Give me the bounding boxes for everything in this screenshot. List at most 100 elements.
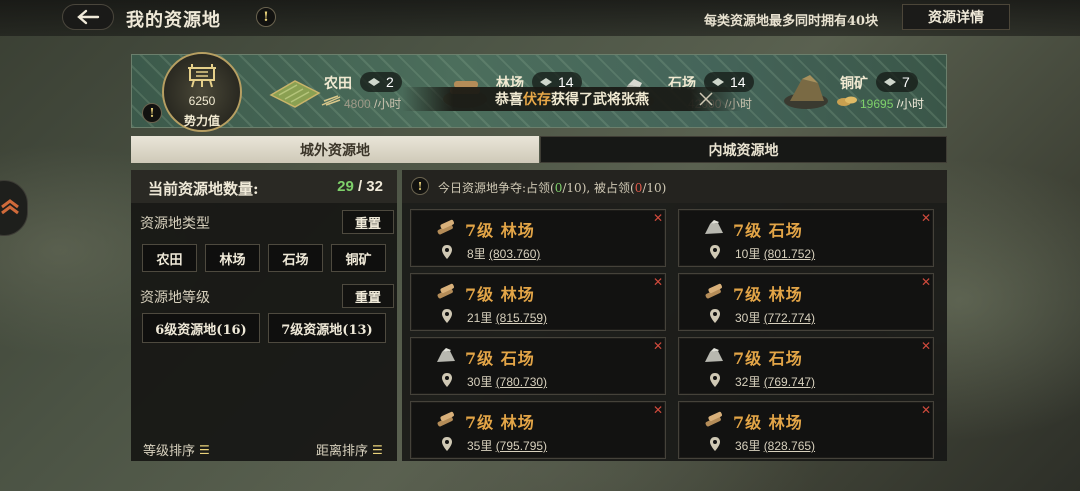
resource-card-distance: 30里 (772.774)	[735, 309, 815, 326]
coordinate-link[interactable]: (780.730)	[496, 375, 547, 389]
warning-icon[interactable]: !	[142, 103, 162, 123]
farmland-label: 农田	[324, 76, 352, 92]
resource-card[interactable]: ✕ 7级 林场 36里 (828.765)	[678, 401, 934, 459]
back-arrow-icon	[77, 9, 100, 25]
wood-icon	[703, 283, 725, 301]
reset-level-button[interactable]: 重置	[342, 284, 394, 308]
sort-by-level-button[interactable]: 等级排序 ☰	[143, 440, 210, 460]
filter-level-6[interactable]: 6级资源地(16)	[142, 313, 260, 343]
sort-row: 等级排序 ☰ 距离排序 ☰	[131, 434, 397, 461]
resource-detail-button[interactable]: 资源详情	[902, 4, 1010, 30]
info-icon[interactable]: !	[256, 7, 276, 27]
close-icon[interactable]: ✕	[653, 275, 663, 289]
coordinate-link[interactable]: (801.752)	[764, 247, 815, 261]
reset-type-button[interactable]: 重置	[342, 210, 394, 234]
close-icon[interactable]: ✕	[921, 275, 931, 289]
location-pin-icon	[441, 308, 453, 324]
stone-icon	[703, 219, 725, 237]
resource-card[interactable]: ✕ 7级 林场 21里 (815.759)	[410, 273, 666, 331]
resource-card-distance: 8里 (803.760)	[467, 245, 540, 262]
filter-level-7[interactable]: 7级资源地(13)	[268, 313, 386, 343]
wood-icon	[435, 411, 457, 429]
close-icon[interactable]: ✕	[921, 339, 931, 353]
power-emblem[interactable]: 6250 势力值	[162, 52, 242, 132]
location-pin-icon	[441, 372, 453, 388]
resource-card-distance: 21里 (815.759)	[467, 309, 547, 326]
farmland-rate: 4800 /小时	[344, 97, 402, 111]
location-pin-icon	[441, 436, 453, 452]
distance-value: 8里	[467, 247, 490, 261]
coordinate-link[interactable]: (795.795)	[496, 439, 547, 453]
coordinate-link[interactable]: (828.765)	[764, 439, 815, 453]
resource-banner: ! 6250 势力值 农田 2 4800 /小时 林场 14 石场 14 铜矿 …	[131, 52, 947, 132]
power-value: 6250	[188, 94, 216, 108]
cauldron-icon	[188, 64, 216, 88]
copper-count: 7	[876, 72, 918, 92]
page-title: 我的资源地	[126, 10, 221, 31]
location-pin-icon	[709, 244, 721, 260]
count-value: 29 / 32	[337, 178, 383, 195]
level-section-label: 资源地等级	[140, 290, 210, 306]
contest-status: 今日资源地争夺:占领(0/10), 被占领(0/10)	[438, 181, 667, 195]
sort-by-distance-button[interactable]: 距离排序 ☰	[316, 440, 383, 460]
filter-lumber[interactable]: 林场	[205, 244, 260, 272]
level-diamond-icon	[368, 78, 380, 86]
filter-copper[interactable]: 铜矿	[331, 244, 386, 272]
filter-farmland[interactable]: 农田	[142, 244, 197, 272]
location-pin-icon	[441, 244, 453, 260]
resource-card[interactable]: ✕ 7级 石场 30里 (780.730)	[410, 337, 666, 395]
resource-card[interactable]: ✕ 7级 石场 32里 (769.747)	[678, 337, 934, 395]
resource-card-title: 7级 林场	[465, 413, 535, 432]
coordinate-link[interactable]: (772.774)	[764, 311, 815, 325]
distance-value: 30里	[467, 375, 496, 389]
distance-value: 21里	[467, 311, 496, 325]
close-icon[interactable]: ✕	[653, 403, 663, 417]
resource-card-title: 7级 石场	[733, 349, 803, 368]
coin-icon	[837, 96, 857, 106]
tab-inner-city[interactable]: 内城资源地	[540, 136, 947, 163]
resource-card[interactable]: ✕ 7级 林场 30里 (772.774)	[678, 273, 934, 331]
copper-mine-icon	[784, 75, 828, 109]
resource-card-distance: 35里 (795.795)	[467, 437, 547, 454]
level-diamond-icon	[712, 78, 724, 86]
power-label: 势力值	[183, 114, 220, 128]
coordinate-link[interactable]: (769.747)	[764, 375, 815, 389]
copper-label: 铜矿	[840, 76, 868, 92]
notification-toast: 恭喜 伏存 获得了武将张燕	[402, 87, 742, 111]
close-icon[interactable]: ✕	[921, 211, 931, 225]
resource-card-distance: 32里 (769.747)	[735, 373, 815, 390]
count-label: 当前资源地数量:	[148, 180, 259, 198]
contest-row: ! 今日资源地争夺:占领(0/10), 被占领(0/10)	[402, 170, 947, 203]
resource-card[interactable]: ✕ 7级 林场 8里 (803.760)	[410, 209, 666, 267]
close-icon[interactable]: ✕	[921, 403, 931, 417]
farmland-count: 2	[360, 72, 402, 92]
wood-icon	[435, 283, 457, 301]
back-button[interactable]	[62, 4, 114, 30]
chevron-menu-icon	[1, 199, 19, 215]
tab-outer-city[interactable]: 城外资源地	[131, 136, 539, 163]
close-toast-icon[interactable]	[698, 92, 714, 106]
distance-value: 30里	[735, 311, 764, 325]
resource-card-title: 7级 林场	[733, 285, 803, 304]
wheat-icon	[321, 95, 341, 106]
type-section-label: 资源地类型	[140, 216, 210, 232]
stone-icon	[435, 347, 457, 365]
distance-value: 36里	[735, 439, 764, 453]
coordinate-link[interactable]: (815.759)	[496, 311, 547, 325]
warning-icon[interactable]: !	[411, 177, 429, 195]
distance-value: 32里	[735, 375, 764, 389]
sort-icon: ☰	[372, 442, 383, 457]
distance-value: 35里	[467, 439, 496, 453]
close-icon[interactable]: ✕	[653, 339, 663, 353]
resource-card[interactable]: ✕ 7级 林场 35里 (795.795)	[410, 401, 666, 459]
resource-count-row: 当前资源地数量: 29 / 32	[131, 170, 397, 203]
sort-icon: ☰	[199, 442, 210, 457]
resource-list-panel: ! 今日资源地争夺:占领(0/10), 被占领(0/10) ✕ 7级 林场 8里 (…	[402, 170, 947, 461]
location-pin-icon	[709, 308, 721, 324]
resource-card-distance: 36里 (828.765)	[735, 437, 815, 454]
coordinate-link[interactable]: (803.760)	[489, 247, 540, 261]
resource-card[interactable]: ✕ 7级 石场 10里 (801.752)	[678, 209, 934, 267]
resource-card-distance: 10里 (801.752)	[735, 245, 815, 262]
close-icon[interactable]: ✕	[653, 211, 663, 225]
filter-stone[interactable]: 石场	[268, 244, 323, 272]
